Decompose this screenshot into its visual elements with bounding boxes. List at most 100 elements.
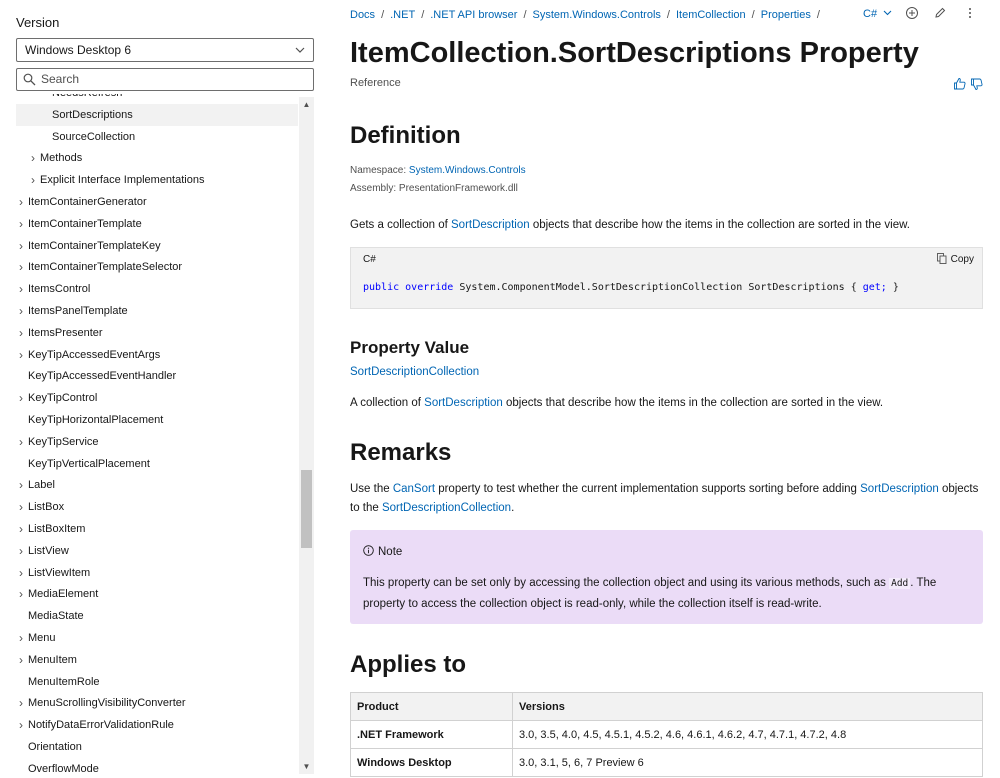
more-options-icon[interactable] (963, 6, 977, 22)
code-keyword: get; (862, 282, 887, 293)
thumbs-up-icon[interactable] (953, 77, 966, 90)
toc-item[interactable]: › Explicit Interface Implementations (16, 169, 298, 191)
breadcrumb-link[interactable]: Properties (761, 9, 811, 21)
toc-item[interactable]: KeyTipHorizontalPlacement (16, 409, 298, 431)
sortdescription-link[interactable]: SortDescription (451, 219, 530, 231)
toc-item[interactable]: › ItemContainerGenerator (16, 191, 298, 213)
code-text: } (892, 282, 899, 293)
chevron-right-icon: › (19, 522, 23, 536)
toc-item[interactable]: › KeyTipAccessedEventArgs (16, 344, 298, 366)
toc-item-label: OverflowMode (28, 762, 99, 774)
toc-item[interactable]: SourceCollection (16, 126, 298, 148)
toc-item-label: SortDescriptions (52, 108, 133, 121)
thumbs-down-icon[interactable] (970, 78, 983, 91)
version-value: Windows Desktop 6 (25, 43, 132, 57)
assembly-row: Assembly: PresentationFramework.dll (350, 182, 518, 196)
toc-search-input[interactable]: Search (16, 68, 314, 91)
applies-to-heading: Applies to (350, 651, 467, 678)
sidebar-nav: Version Windows Desktop 6 Search NeedsRe… (0, 0, 330, 778)
assembly-value: PresentationFramework.dll (398, 183, 518, 194)
property-value-heading: Property Value (350, 338, 470, 357)
table-row: Windows Desktop 3.0, 3.1, 5, 6, 7 Previe… (350, 748, 983, 777)
toc-item[interactable]: › Methods (16, 147, 298, 169)
scrollbar-thumb[interactable] (301, 470, 312, 549)
breadcrumb-separator: / (751, 9, 755, 21)
chevron-right-icon: › (19, 260, 23, 275)
sortdescriptioncollection-link[interactable]: SortDescriptionCollection (382, 502, 511, 514)
toc-item-label: ItemsPresenter (28, 326, 103, 339)
toc-item[interactable]: › ListBox (16, 496, 298, 518)
toc-item[interactable]: OverflowMode (16, 758, 298, 774)
toc-item[interactable]: KeyTipAccessedEventHandler (16, 365, 298, 387)
toc-item-label: NotifyDataErrorValidationRule (28, 719, 174, 732)
note-callout: Note This property can be set only by ac… (350, 530, 983, 624)
chevron-right-icon: › (19, 500, 23, 515)
scroll-up-arrow-icon[interactable]: ▲ (299, 97, 314, 112)
breadcrumb-link[interactable]: .NET (390, 9, 415, 21)
toc-item-label: Menu (28, 632, 56, 644)
main-content: Docs / .NET / .NET API browser / System.Window… (350, 0, 983, 778)
toc-item-label: KeyTipVerticalPlacement (28, 457, 150, 470)
remarks-end: . (511, 502, 515, 514)
add-to-collection-icon[interactable] (905, 6, 919, 22)
toc-item-label: MenuItemRole (28, 675, 100, 688)
toc-item[interactable]: › KeyTipService (16, 431, 298, 453)
toc-item-label: MediaElement (28, 588, 99, 601)
toc-item[interactable]: › MenuItem (16, 649, 298, 671)
toc-item[interactable]: › ItemContainerTemplate (16, 213, 298, 235)
toc-item[interactable]: SortDescriptions (16, 103, 298, 126)
edit-pencil-icon[interactable] (933, 6, 947, 22)
table-header-row: Product Versions (350, 692, 983, 721)
toc-item[interactable]: › ItemContainerTemplateKey (16, 235, 298, 257)
scroll-down-arrow-icon[interactable]: ▼ (299, 759, 314, 774)
toc-item[interactable]: › KeyTipControl (16, 387, 298, 409)
breadcrumb-link[interactable]: System.Windows.Controls (533, 9, 661, 21)
toc-item[interactable]: › MediaElement (16, 583, 298, 605)
breadcrumb-link[interactable]: .NET API browser (430, 9, 517, 21)
toc-item[interactable]: › ItemContainerTemplateSelector (16, 256, 298, 278)
toc-item[interactable]: › ItemsPanelTemplate (16, 300, 298, 322)
cansort-link[interactable]: CanSort (393, 483, 435, 495)
table-row: .NET Framework 3.0, 3.5, 4.0, 4.5, 4.5.1… (350, 720, 983, 749)
breadcrumb-link[interactable]: Docs (350, 9, 375, 21)
toc-item[interactable]: Orientation (16, 736, 298, 758)
breadcrumb-separator: / (816, 9, 820, 21)
language-selector[interactable]: C# (863, 6, 892, 22)
toc-item[interactable]: › NotifyDataErrorValidationRule (16, 714, 298, 736)
chevron-right-icon: › (19, 391, 23, 406)
chevron-right-icon: › (19, 587, 23, 602)
toc-item-label: Methods (40, 152, 83, 165)
summary-text: Gets a collection of SortDescription obj… (350, 216, 983, 235)
toc-item[interactable]: NeedsRefresh (16, 94, 298, 104)
toc-item[interactable]: › ListBoxItem (16, 518, 298, 540)
toc-item-label: MenuScrollingVisibilityConverter (28, 697, 186, 710)
page-title: ItemCollection.SortDescriptions Property (350, 37, 919, 69)
toc-item[interactable]: MediaState (16, 605, 298, 627)
toc-scrollbar[interactable]: ▲ ▼ (299, 97, 314, 774)
toc-item[interactable]: MenuItemRole (16, 671, 298, 693)
language-label: C# (863, 8, 878, 20)
copy-button[interactable]: Copy (936, 252, 974, 268)
toc-item[interactable]: › ListView (16, 540, 298, 562)
reference-label: Reference (350, 77, 401, 89)
property-value-desc: A collection of SortDescription objects … (350, 394, 983, 413)
toc-item[interactable]: › MenuScrollingVisibilityConverter (16, 692, 298, 714)
sortdescription-link[interactable]: SortDescription (860, 483, 939, 495)
toc-item[interactable]: › ItemsPresenter (16, 322, 298, 344)
toc-item[interactable]: › ListViewItem (16, 562, 298, 584)
toc-item-label: KeyTipService (28, 435, 99, 448)
toc-item[interactable]: › Menu (16, 627, 298, 649)
namespace-row: Namespace: System.Windows.Controls (350, 164, 526, 178)
toc-item[interactable]: KeyTipVerticalPlacement (16, 453, 298, 475)
chevron-right-icon: › (19, 631, 23, 645)
toc-item[interactable]: › Label (16, 474, 298, 496)
toc-item[interactable]: › ItemsControl (16, 278, 298, 300)
namespace-link[interactable]: System.Windows.Controls (409, 165, 526, 176)
breadcrumb-link[interactable]: ItemCollection (676, 9, 746, 21)
table-of-contents: NeedsRefresh SortDescriptions SourceCollec… (16, 94, 300, 774)
sortdescriptioncollection-link[interactable]: SortDescriptionCollection (350, 366, 479, 378)
version-dropdown[interactable]: Windows Desktop 6 (16, 38, 314, 62)
code-text: System.ComponentModel.SortDescriptionCol… (459, 282, 857, 293)
toc-item-label: ItemContainerTemplate (28, 217, 142, 230)
sortdescription-link[interactable]: SortDescription (424, 397, 503, 409)
